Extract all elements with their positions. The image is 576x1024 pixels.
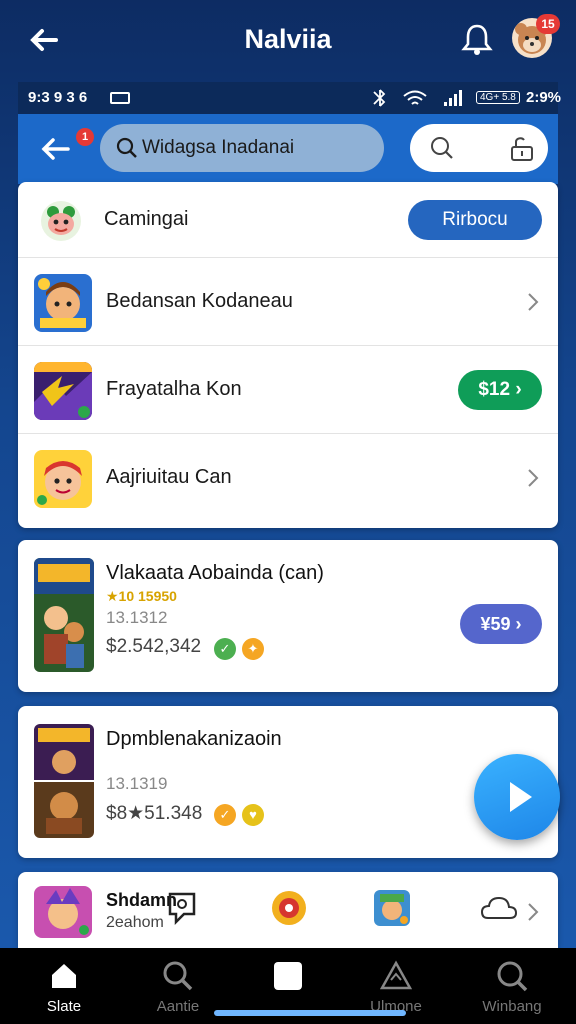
back-arrow-icon[interactable] (38, 132, 72, 166)
home-indicator[interactable] (214, 1010, 406, 1016)
list-item-name: Frayatalha Kon (106, 378, 242, 400)
game-thumbnail (34, 886, 92, 938)
nav-label: Aantie (156, 998, 200, 1015)
status-time: 9:3 9 3 6 (28, 89, 88, 106)
game-thumbnail (34, 362, 92, 420)
search-icon (497, 961, 528, 992)
bell-icon[interactable] (460, 22, 494, 56)
search-input[interactable] (142, 134, 372, 162)
game-card[interactable]: Shdamn 2eahom (18, 872, 558, 948)
game-card[interactable]: Vlakaata Aobainda (can) ★10 15950 13.131… (18, 540, 558, 692)
game-rating: ★10 15950 (106, 588, 177, 604)
square-icon (274, 962, 302, 990)
trophy-icon[interactable] (268, 888, 310, 928)
category-label: Camingai (104, 208, 189, 230)
home-icon (52, 964, 76, 988)
game-icon[interactable] (374, 890, 410, 926)
signal-icons (373, 89, 462, 107)
game-thumbnail (34, 274, 92, 332)
lock-icon[interactable] (510, 136, 534, 162)
chevron-right-icon (528, 903, 539, 921)
game-subtitle: 13.1312 (106, 608, 168, 627)
chat-icon[interactable] (166, 890, 198, 926)
list-item-name: Aajriuitau Can (106, 466, 232, 488)
category-card: Camingai Rirbocu Bedansan Kodaneau Fraya… (18, 182, 558, 528)
search-bar: 1 (18, 114, 558, 184)
search-field[interactable] (100, 124, 384, 172)
notification-badge: 1 (76, 128, 94, 146)
nav-item-search-2[interactable]: Winbang (462, 956, 562, 1020)
list-item[interactable]: Bedansan Kodaneau (18, 258, 558, 346)
category-header: Camingai Rirbocu (18, 182, 558, 258)
chevron-right-icon (528, 293, 539, 311)
nav-label: Winbang (482, 998, 542, 1015)
search-actions (410, 124, 548, 172)
game-thumbnail (34, 724, 94, 838)
nav-item-home[interactable]: Slate (14, 956, 114, 1020)
avatar-badge: 15 (536, 14, 560, 34)
frog-logo-icon (41, 201, 81, 241)
app-header: Nalviia 15 (0, 0, 576, 80)
check-badge-icon: ✓ (214, 638, 236, 660)
battery-level: 2:9% (526, 89, 562, 106)
search-icon[interactable] (430, 136, 454, 160)
search-icon (116, 137, 137, 158)
category-button[interactable]: Rirbocu (408, 200, 542, 240)
game-thumbnail (34, 450, 92, 508)
game-stat: $8★51.348 (106, 803, 203, 824)
game-stat: $2.542,342 (106, 636, 202, 657)
list-item[interactable]: Aajriuitau Can (18, 434, 558, 522)
star-badge-icon: ✦ (242, 638, 264, 660)
game-subtitle: 13.1319 (106, 774, 168, 793)
mail-icon (110, 92, 130, 104)
chevron-right-icon (528, 469, 539, 487)
nav-item-search[interactable]: Aantie (128, 956, 228, 1020)
check-badge-icon: ✓ (214, 804, 236, 826)
heart-badge-icon: ♥ (242, 804, 264, 826)
game-thumbnail (34, 558, 94, 672)
game-title: Dpmblenakanizaoin (106, 728, 282, 750)
network-indicator: 4G+ 5.8 (476, 91, 520, 104)
list-item[interactable]: Frayatalha Kon $12 › (18, 346, 558, 434)
triangle-icon (380, 960, 412, 990)
price-button[interactable]: $12 › (458, 370, 542, 410)
play-button[interactable] (474, 754, 560, 840)
status-bar: 9:3 9 3 6 4G+ 5.8 2:9% (18, 82, 562, 114)
play-icon (510, 782, 532, 812)
list-item-name: Bedansan Kodaneau (106, 290, 293, 312)
price-button[interactable]: ¥59 › (460, 604, 542, 644)
game-subtitle: 2eahom (106, 914, 164, 931)
cloud-icon[interactable] (480, 894, 518, 922)
nav-label: Slate (46, 998, 82, 1015)
search-icon (163, 961, 193, 991)
game-title: Vlakaata Aobainda (can) (106, 562, 324, 584)
